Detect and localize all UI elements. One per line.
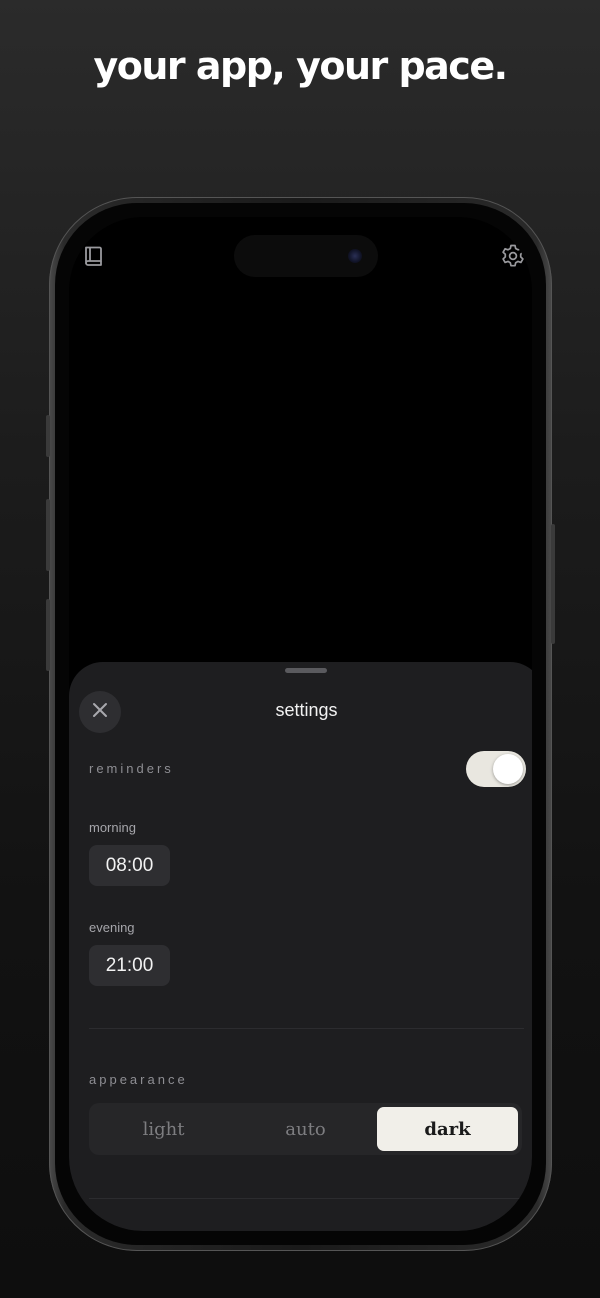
book-icon[interactable] [81,243,107,269]
camera-icon [348,249,362,263]
gear-icon[interactable] [500,243,526,269]
evening-time-field[interactable]: 21:00 [89,945,170,986]
sheet-grabber[interactable] [285,668,327,673]
reminders-label: reminders [89,761,174,776]
morning-label: morning [89,820,136,835]
morning-time-field[interactable]: 08:00 [89,845,170,886]
toggle-knob [493,754,523,784]
phone-bezel: settings reminders morning 08:00 evening… [55,203,546,1245]
action-button [46,415,50,457]
volume-up-button [46,499,50,571]
appearance-option-dark[interactable]: dark [377,1107,518,1151]
volume-down-button [46,599,50,671]
power-button [551,524,555,644]
section-divider [89,1198,524,1199]
sheet-title: settings [275,700,338,720]
appearance-segmented-control: light auto dark [89,1103,522,1155]
appearance-option-light[interactable]: light [93,1107,234,1151]
appearance-label: appearance [89,1072,188,1087]
dynamic-island [234,235,378,277]
phone-frame: settings reminders morning 08:00 evening… [46,197,555,1251]
settings-sheet: settings reminders morning 08:00 evening… [69,662,532,1231]
section-divider [89,1028,524,1029]
appearance-option-auto[interactable]: auto [235,1107,376,1151]
headline: your app, your pace. [93,44,508,88]
evening-label: evening [89,920,135,935]
reminders-toggle[interactable] [466,751,526,787]
phone-screen: settings reminders morning 08:00 evening… [69,217,532,1231]
